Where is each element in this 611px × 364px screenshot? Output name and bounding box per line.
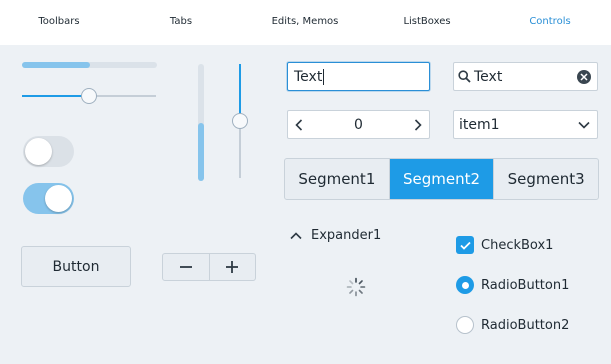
- loading-spinner-icon: [346, 277, 366, 297]
- horizontal-progress-bar: [22, 62, 157, 68]
- spin-box[interactable]: 0: [287, 110, 430, 139]
- search-icon: [458, 70, 471, 83]
- chevron-right-icon: [414, 118, 422, 131]
- chevron-left-icon: [295, 118, 303, 131]
- segment-1[interactable]: Segment1: [285, 159, 389, 199]
- horizontal-slider[interactable]: [22, 87, 156, 105]
- checkbox-1[interactable]: CheckBox1: [456, 236, 553, 254]
- minus-button[interactable]: [163, 254, 209, 280]
- switch-off[interactable]: [23, 136, 74, 167]
- switch-knob: [45, 185, 72, 212]
- segment-3[interactable]: Segment3: [493, 159, 598, 199]
- text-caret: [323, 68, 325, 85]
- vertical-progress-bar: [198, 64, 204, 181]
- plus-icon: [226, 261, 239, 273]
- text-edit-value: Text: [294, 68, 323, 85]
- tab-edits-memos[interactable]: Edits, Memos: [272, 16, 339, 27]
- controls-panel: Button Text Text 0 item1 Segment1 Segmen…: [0, 45, 611, 364]
- checkbox-label: CheckBox1: [481, 237, 554, 253]
- spin-value: 0: [354, 116, 363, 133]
- checkbox-checked-icon: [456, 236, 474, 254]
- segment-2[interactable]: Segment2: [388, 159, 494, 199]
- radio-button-2[interactable]: RadioButton2: [456, 316, 569, 334]
- radio-label: RadioButton1: [481, 277, 570, 293]
- vertical-slider[interactable]: [231, 64, 249, 178]
- plus-minus-buttons: [162, 253, 256, 281]
- button[interactable]: Button: [21, 246, 131, 287]
- clear-icon[interactable]: [577, 69, 591, 84]
- radio-unselected-icon: [456, 316, 474, 334]
- plus-button[interactable]: [208, 254, 256, 280]
- text-edit[interactable]: Text: [287, 62, 430, 91]
- slider-fill: [22, 95, 89, 97]
- tab-listboxes[interactable]: ListBoxes: [403, 16, 450, 27]
- spin-increase-button[interactable]: [407, 111, 429, 138]
- tab-controls[interactable]: Controls: [529, 16, 570, 27]
- tab-toolbars[interactable]: Toolbars: [38, 16, 79, 27]
- combo-value: item1: [459, 116, 500, 133]
- chevron-down-icon: [571, 121, 597, 129]
- radio-selected-icon: [456, 276, 474, 294]
- radio-button-1[interactable]: RadioButton1: [456, 276, 569, 294]
- search-edit-value: Text: [474, 68, 503, 85]
- combo-box[interactable]: item1: [453, 110, 598, 139]
- expander[interactable]: Expander1: [290, 228, 381, 243]
- expander-label: Expander1: [311, 228, 382, 243]
- search-edit[interactable]: Text: [453, 62, 598, 91]
- spin-decrease-button[interactable]: [288, 111, 310, 138]
- radio-label: RadioButton2: [481, 317, 570, 333]
- slider-thumb[interactable]: [232, 113, 248, 129]
- progress-fill: [22, 62, 90, 68]
- progress-fill: [198, 122, 204, 181]
- tab-tabs[interactable]: Tabs: [170, 16, 192, 27]
- segmented-control: Segment1 Segment2 Segment3: [284, 158, 599, 200]
- switch-knob: [25, 138, 52, 165]
- top-tab-bar: Toolbars Tabs Edits, Memos ListBoxes Con…: [0, 0, 611, 45]
- slider-thumb[interactable]: [81, 88, 97, 104]
- switch-on[interactable]: [23, 183, 74, 214]
- chevron-up-icon: [290, 231, 302, 239]
- minus-icon: [179, 266, 192, 268]
